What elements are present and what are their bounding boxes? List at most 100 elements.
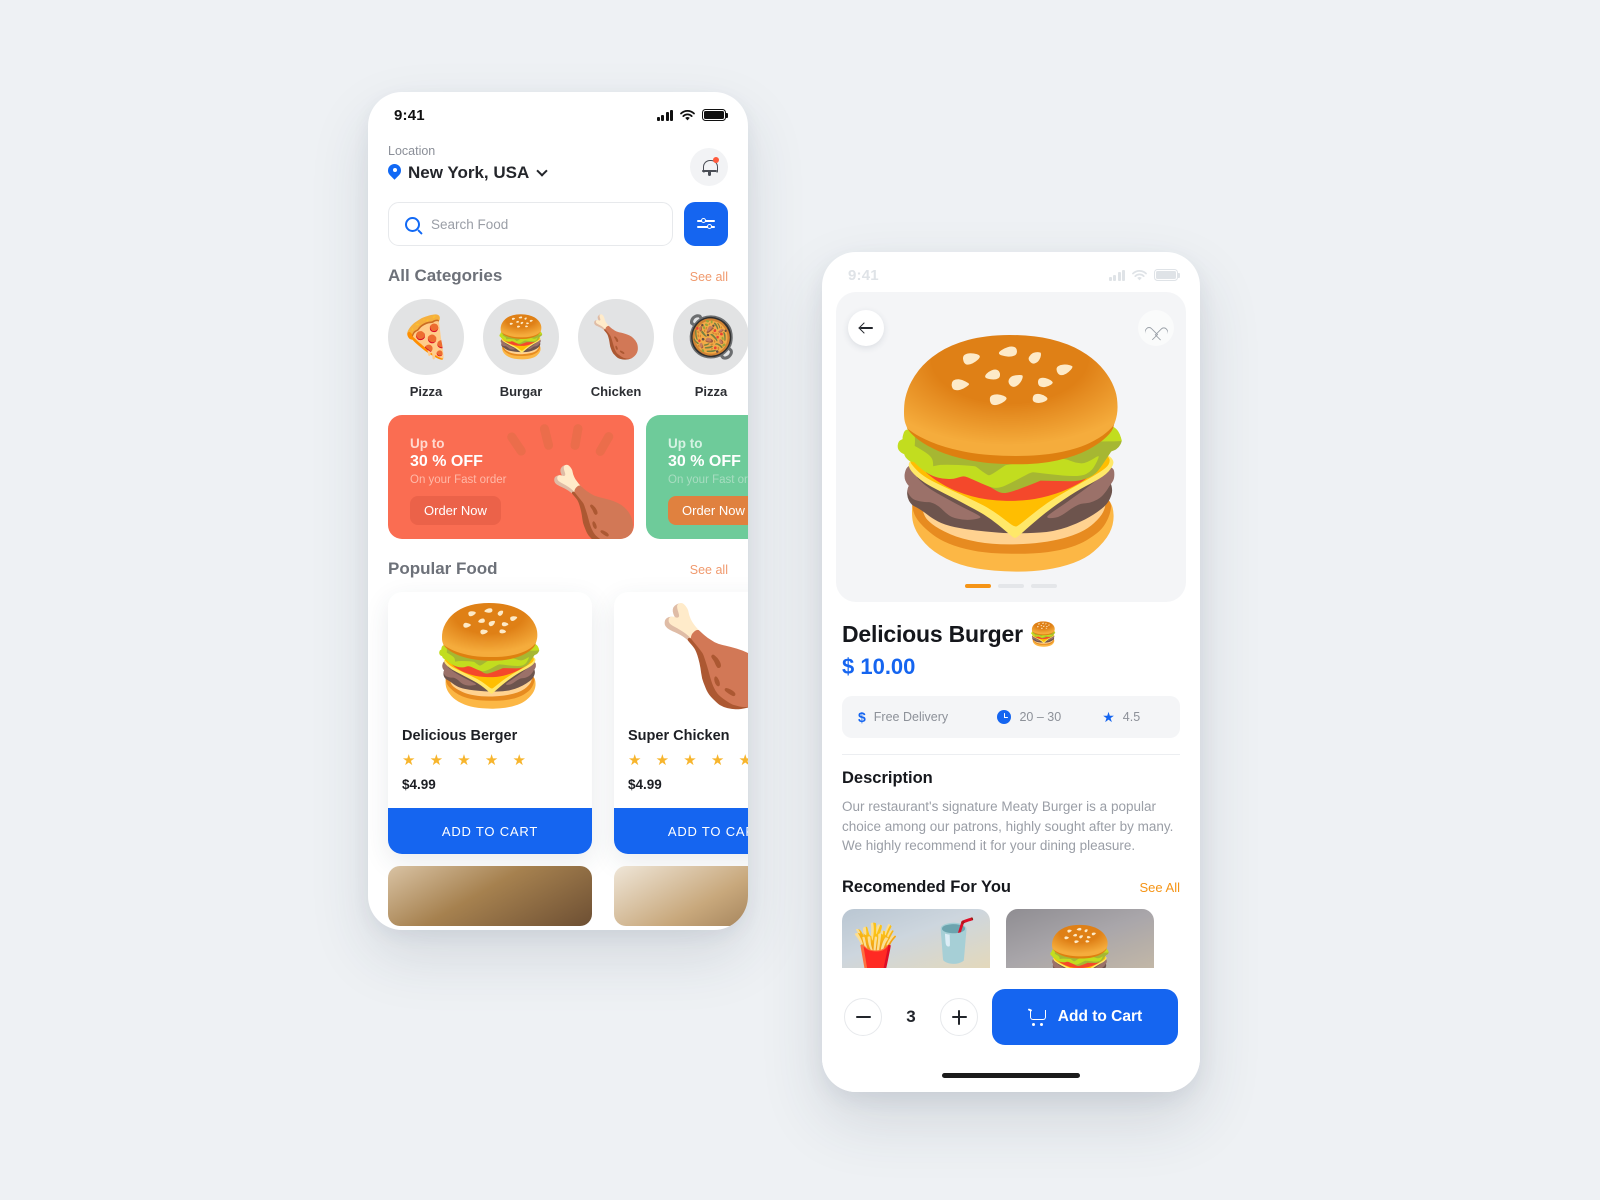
- carousel-dot[interactable]: [1031, 583, 1057, 588]
- dollar-icon: $: [858, 709, 866, 725]
- promo-banner[interactable]: Up to 30 % OFF On your Fast order Order …: [388, 415, 634, 539]
- favorite-button[interactable]: [1138, 310, 1174, 346]
- back-button[interactable]: [848, 310, 884, 346]
- bottom-bar-inner: 3 Add to Cart: [844, 989, 1178, 1045]
- battery-icon: [702, 109, 729, 121]
- recommended-see-all-link[interactable]: See All: [1140, 880, 1180, 895]
- category-label: Chicken: [590, 384, 642, 399]
- divider: [842, 754, 1180, 755]
- preview-image: [614, 866, 748, 926]
- canvas: 9:41 Location New York, USA Search Food …: [0, 0, 1600, 1200]
- time-text: 20 – 30: [1019, 710, 1062, 724]
- category-label: Pizza: [409, 384, 443, 399]
- promo-order-now-button[interactable]: Order Now: [668, 496, 748, 525]
- product-title: Delicious Burger 🍔: [842, 621, 1058, 647]
- description-text: Our restaurant's signature Meaty Burger …: [842, 799, 1174, 854]
- shopping-cart-icon: [1028, 1009, 1047, 1026]
- home-content: Location New York, USA Search Food All C…: [368, 132, 748, 926]
- quantity-value: 3: [906, 1007, 916, 1026]
- add-to-cart-button[interactable]: ADD TO CART: [388, 808, 592, 854]
- category-item[interactable]: 🍔 Burgar: [483, 299, 559, 399]
- food-card-body: Super Chicken ★ ★ ★ ★ ★ $4.99: [614, 722, 748, 808]
- sliders-icon: [697, 217, 715, 231]
- food-card-body: Delicious Berger ★ ★ ★ ★ ★ $4.99: [388, 722, 592, 808]
- category-image: 🍕: [388, 299, 464, 375]
- status-time: 9:41: [394, 106, 425, 124]
- status-icons: [1108, 269, 1181, 282]
- add-to-cart-button[interactable]: ADD TO CART: [614, 808, 748, 854]
- rating-stars: ★ ★ ★ ★ ★: [402, 752, 531, 769]
- category-image: 🍔: [483, 299, 559, 375]
- filter-button[interactable]: [684, 202, 728, 246]
- rating-text: 4.5: [1122, 710, 1141, 724]
- rating-stars: ★ ★ ★ ★ ★: [628, 752, 748, 769]
- food-name: Super Chicken: [628, 728, 730, 744]
- category-item[interactable]: 🥘 Pizza: [673, 299, 748, 399]
- recommended-title: Recomended For You: [842, 877, 1011, 896]
- preview-image: [388, 866, 592, 926]
- product-meta-bar: $ Free Delivery 20 – 30 ★ 4.5: [842, 696, 1180, 738]
- time-info: 20 – 30: [997, 710, 1102, 724]
- location-label: Location: [388, 144, 436, 158]
- popular-see-all-link[interactable]: See all: [690, 563, 728, 577]
- food-price: $4.99: [402, 777, 436, 792]
- add-to-cart-label: Add to Cart: [1057, 1008, 1143, 1025]
- arrow-left-icon: [859, 321, 874, 336]
- add-to-cart-button[interactable]: Add to Cart: [992, 989, 1178, 1045]
- location-selector[interactable]: New York, USA: [388, 163, 548, 183]
- promo-banner-list: Up to 30 % OFF On your Fast order Order …: [388, 415, 748, 539]
- category-item[interactable]: 🍕 Pizza: [388, 299, 464, 399]
- popular-title: Popular Food: [388, 559, 498, 578]
- carousel-dot[interactable]: [998, 583, 1024, 588]
- location-row: Location New York, USA: [388, 132, 728, 186]
- delivery-info: $ Free Delivery: [842, 709, 997, 725]
- category-label: Burgar: [499, 384, 543, 399]
- promo-up-text: Up to: [668, 436, 703, 451]
- popular-food-list: 🍔 Delicious Berger ★ ★ ★ ★ ★ $4.99 ADD T…: [388, 592, 748, 854]
- status-bar: 9:41: [822, 252, 1200, 292]
- chevron-down-icon[interactable]: [536, 165, 548, 177]
- food-card[interactable]: 🍗 Super Chicken ★ ★ ★ ★ ★ $4.99 ADD TO C…: [614, 592, 748, 854]
- categories-section-header: All Categories See all: [388, 266, 728, 286]
- status-icons: [656, 109, 729, 122]
- category-list: 🍕 Pizza 🍔 Burgar 🍗 Chicken 🥘 Pizza: [388, 299, 748, 399]
- location-block[interactable]: Location New York, USA: [388, 144, 548, 183]
- product-price: $ 10.00: [842, 654, 916, 679]
- clock-icon: [997, 710, 1012, 724]
- delivery-text: Free Delivery: [873, 710, 949, 724]
- wifi-icon: [1132, 269, 1147, 280]
- quantity-decrease-button[interactable]: [844, 998, 882, 1036]
- heart-icon: [1150, 322, 1163, 335]
- status-bar: 9:41: [368, 92, 748, 132]
- product-hero-image: 🍔: [877, 332, 1145, 574]
- promo-order-now-button[interactable]: Order Now: [410, 496, 501, 525]
- search-placeholder: Search Food: [431, 216, 509, 232]
- category-item[interactable]: 🍗 Chicken: [578, 299, 654, 399]
- fried-chicken-image: 🍗: [547, 464, 634, 540]
- wifi-icon: [680, 109, 695, 120]
- promo-subtitle: On your Fast or: [668, 474, 748, 486]
- bottom-action-bar: 3 Add to Cart: [822, 968, 1200, 1092]
- categories-title: All Categories: [388, 266, 503, 285]
- search-row: Search Food: [388, 202, 728, 246]
- categories-see-all-link[interactable]: See all: [690, 270, 728, 284]
- food-price: $4.99: [628, 777, 662, 792]
- battery-icon: [1154, 269, 1181, 281]
- product-image-carousel[interactable]: 🍔: [836, 292, 1186, 602]
- recommended-header: Recomended For You See All: [842, 878, 1180, 897]
- carousel-dots: [965, 583, 1057, 588]
- search-input[interactable]: Search Food: [388, 202, 673, 246]
- notification-button[interactable]: [690, 148, 728, 186]
- cellular-bars-icon: [1108, 269, 1125, 281]
- location-pin-icon: [388, 164, 401, 183]
- rating-info: ★ 4.5: [1102, 710, 1180, 724]
- carousel-dot-active[interactable]: [965, 583, 991, 588]
- food-card[interactable]: 🍔 Delicious Berger ★ ★ ★ ★ ★ $4.99 ADD T…: [388, 592, 592, 854]
- quantity-increase-button[interactable]: [940, 998, 978, 1036]
- category-label: Pizza: [694, 384, 728, 399]
- star-icon: ★: [1102, 709, 1115, 725]
- phone-detail-screen: 9:41 🍔 Delicious Burger 🍔 $ 10.00 $ Free…: [822, 252, 1200, 1092]
- promo-discount: 30 % OFF: [668, 453, 741, 470]
- promo-banner[interactable]: Up to 30 % OFF On your Fast or Order Now: [646, 415, 748, 539]
- location-city-text: New York, USA: [408, 163, 530, 182]
